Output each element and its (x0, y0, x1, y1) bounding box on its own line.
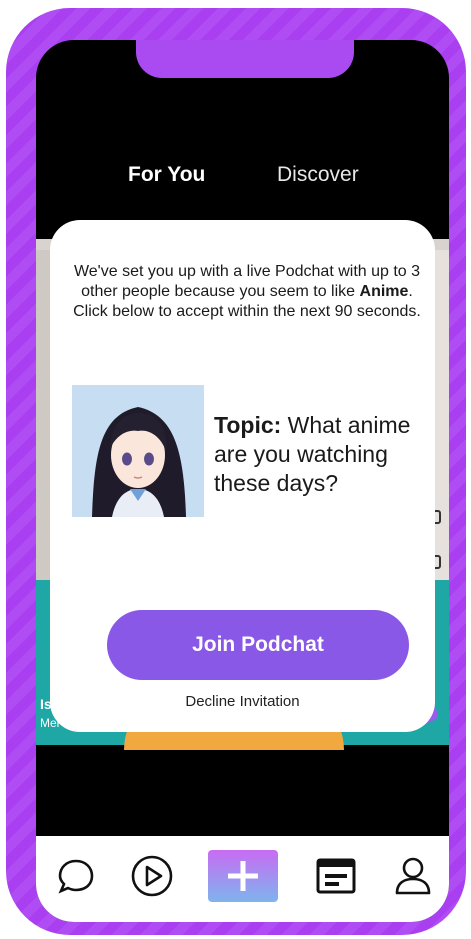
tab-discover[interactable]: Discover (277, 163, 359, 187)
topic-row: Topic: What anime are you watching these… (72, 385, 417, 517)
create-button[interactable] (208, 850, 278, 902)
app-screen: For You Discover Is Mel We've set you up… (36, 40, 449, 922)
chat-bubble-icon[interactable] (52, 852, 100, 900)
phone-notch (136, 40, 354, 78)
phone-frame: For You Discover Is Mel We've set you up… (6, 8, 466, 935)
top-tabs: For You Discover (36, 163, 449, 193)
invite-interest: Anime (359, 283, 409, 300)
join-podchat-button[interactable]: Join Podchat (107, 610, 409, 680)
topic-text: Topic: What anime are you watching these… (214, 412, 411, 496)
anime-avatar-image (72, 385, 204, 517)
tab-for-you[interactable]: For You (128, 163, 205, 187)
feed-card-icon[interactable] (312, 852, 360, 900)
play-circle-icon[interactable] (128, 852, 176, 900)
plus-icon (228, 861, 258, 891)
topic-label: Topic: (214, 412, 282, 438)
bottom-navigation (36, 836, 449, 922)
profile-icon[interactable] (389, 852, 437, 900)
decline-invitation-link[interactable]: Decline Invitation (50, 693, 435, 710)
invite-message: We've set you up with a live Podchat wit… (73, 263, 421, 320)
podchat-invite-modal: We've set you up with a live Podchat wit… (50, 220, 435, 732)
